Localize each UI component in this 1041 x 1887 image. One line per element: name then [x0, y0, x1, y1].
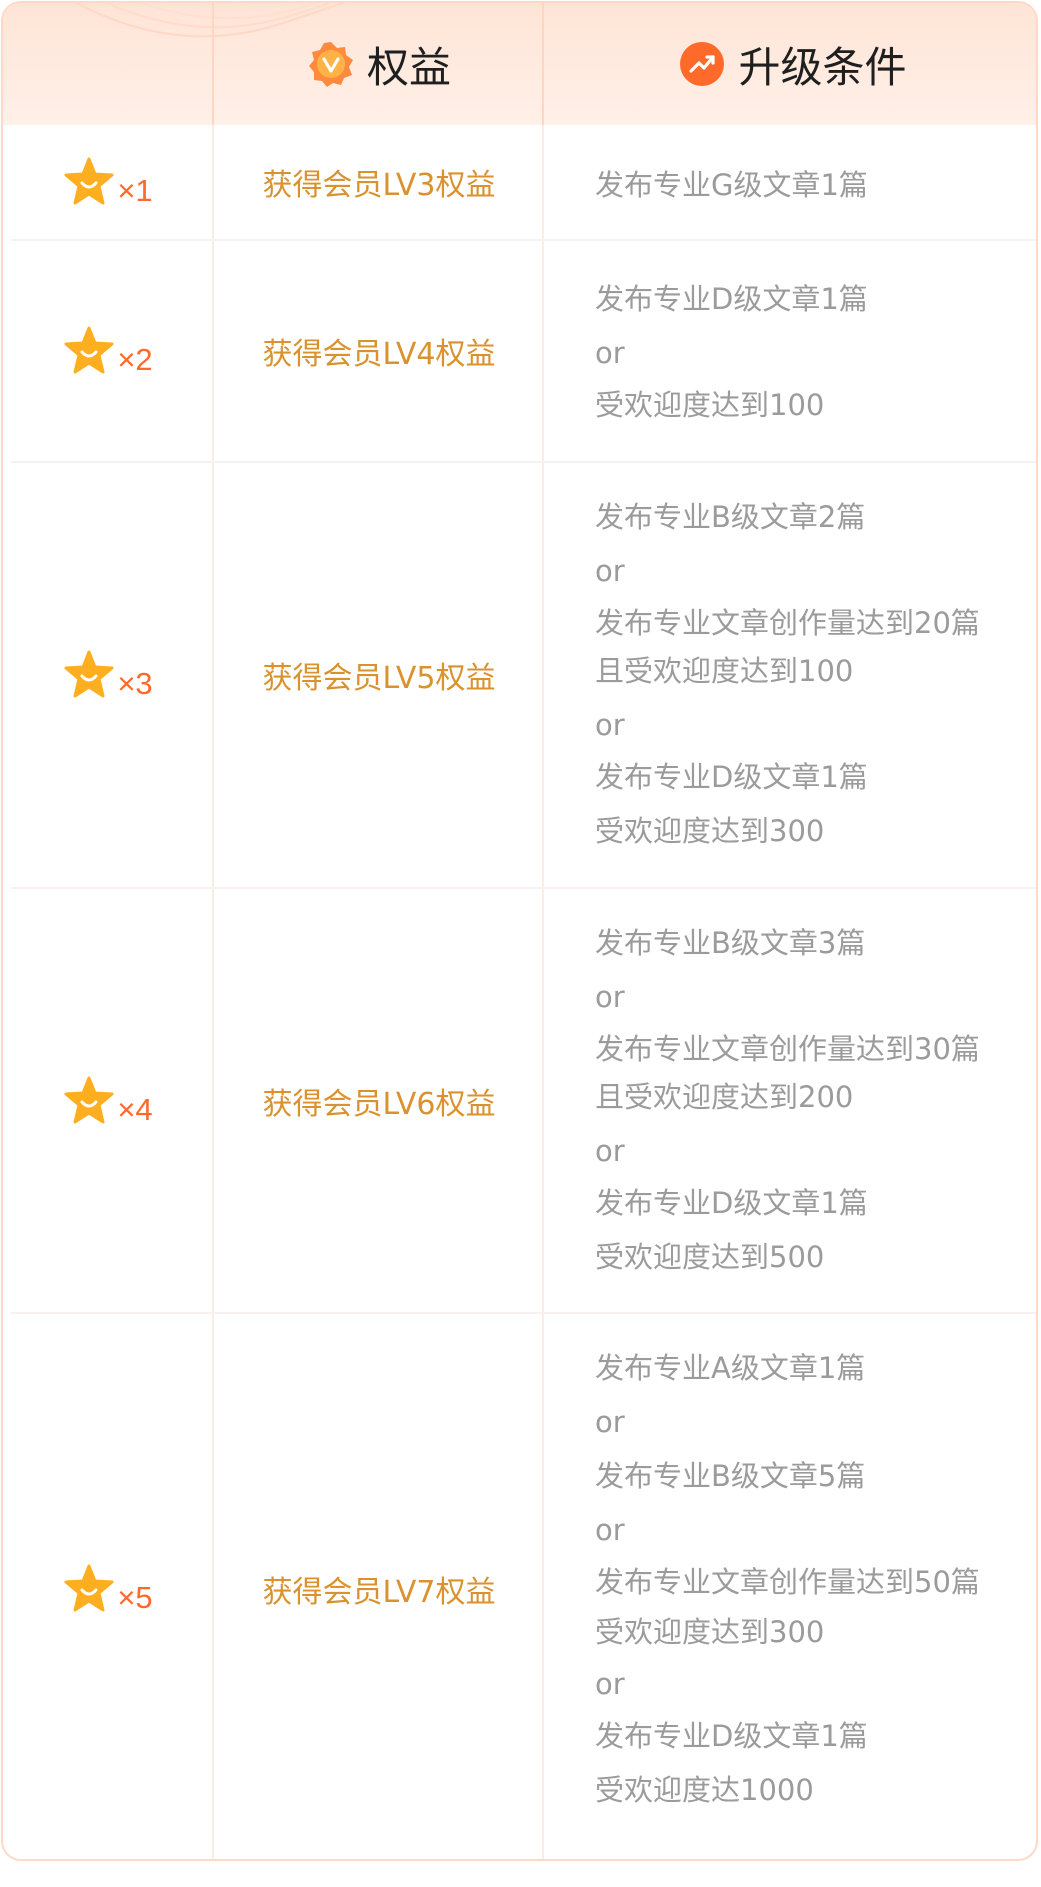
star-multiplier: ×4 [117, 1091, 153, 1127]
condition-line: or [595, 554, 625, 588]
star-smile-icon [64, 326, 114, 374]
star-multiplier: ×1 [117, 173, 153, 208]
condition-line: 发布专业文章创作量达到20篇 [595, 606, 980, 640]
table-row: ×2 获得会员LV4权益 发布专业D级文章1篇 or 受欢迎度达到100 [3, 241, 1036, 461]
benefit-column-title: 权益 [366, 42, 451, 92]
star-smile-icon [64, 650, 114, 698]
condition-line: or [595, 336, 625, 370]
condition-line: 发布专业文章创作量达到30篇 [595, 1032, 980, 1066]
condition-line: 受欢迎度达到300 [595, 814, 825, 848]
condition-cell: 发布专业B级文章2篇 or 发布专业文章创作量达到20篇 且受欢迎度达到100 … [595, 463, 1035, 887]
condition-line: 发布专业D级文章1篇 [595, 760, 868, 794]
condition-line: 发布专业B级文章3篇 [595, 926, 866, 960]
benefit-text: 获得会员LV3权益 [262, 168, 496, 203]
v-badge-icon [308, 42, 353, 87]
level-cell: ×1 [3, 125, 213, 239]
condition-line: 且受欢迎度达到200 [595, 1080, 854, 1114]
condition-line: or [595, 1134, 625, 1168]
condition-cell: 发布专业G级文章1篇 [595, 125, 1035, 239]
condition-line: 发布专业A级文章1篇 [595, 1351, 866, 1385]
star-multiplier: ×5 [117, 1579, 153, 1615]
condition-line: 发布专业B级文章5篇 [595, 1459, 866, 1493]
table-row: ×4 获得会员LV6权益 发布专业B级文章3篇 or 发布专业文章创作量达到30… [3, 889, 1036, 1312]
level-cell: ×2 [3, 241, 213, 461]
table-row: ×1 获得会员LV3权益 发布专业G级文章1篇 [3, 125, 1036, 239]
condition-line: 受欢迎度达到100 [595, 388, 825, 422]
star-multiplier: ×3 [117, 666, 153, 701]
star-smile-icon [64, 1564, 114, 1611]
benefit-text: 获得会员LV7权益 [262, 1574, 496, 1610]
level-cell: ×5 [3, 1314, 213, 1859]
star-multiplier: ×2 [117, 342, 153, 377]
condition-cell: 发布专业D级文章1篇 or 受欢迎度达到100 [595, 241, 1035, 461]
table-header: 权益 升级条件 [3, 3, 1036, 125]
header-divider-1 [212, 3, 214, 125]
header-divider-2 [542, 3, 544, 125]
benefit-column-header: 权益 [215, 3, 543, 125]
table-row: ×3 获得会员LV5权益 发布专业B级文章2篇 or 发布专业文章创作量达到20… [3, 463, 1036, 887]
condition-line: or [595, 1513, 625, 1547]
condition-line: or [595, 1667, 625, 1701]
condition-line: 受欢迎度达到300 [595, 1615, 825, 1649]
table-row: ×5 获得会员LV7权益 发布专业A级文章1篇 or 发布专业B级文章5篇 or… [3, 1314, 1036, 1859]
condition-column-title: 升级条件 [738, 42, 907, 92]
condition-line: or [595, 708, 625, 742]
benefit-text: 获得会员LV6权益 [262, 1086, 496, 1122]
condition-column-header: 升级条件 [545, 3, 1036, 125]
benefit-text: 获得会员LV4权益 [262, 337, 496, 372]
benefit-text: 获得会员LV5权益 [262, 661, 496, 696]
condition-line: 发布专业B级文章2篇 [595, 500, 866, 534]
condition-line: 发布专业G级文章1篇 [595, 168, 868, 202]
condition-cell: 发布专业B级文章3篇 or 发布专业文章创作量达到30篇 且受欢迎度达到200 … [595, 889, 1035, 1312]
condition-line: 受欢迎度达1000 [595, 1773, 814, 1807]
condition-line: 发布专业D级文章1篇 [595, 282, 868, 316]
upgrade-table: 权益 升级条件 ×1 获得会员LV3权益 发布专业G级文章1篇 ×2 获得会员L… [1, 1, 1038, 1861]
trend-up-icon [680, 42, 725, 86]
level-cell: ×3 [3, 463, 213, 887]
star-smile-icon [64, 1076, 114, 1123]
condition-line: 发布专业D级文章1篇 [595, 1186, 868, 1220]
condition-line: or [595, 1405, 625, 1439]
condition-line: 发布专业D级文章1篇 [595, 1719, 868, 1753]
condition-line: 发布专业文章创作量达到50篇 [595, 1565, 980, 1599]
condition-line: or [595, 980, 625, 1014]
star-smile-icon [64, 157, 114, 205]
condition-cell: 发布专业A级文章1篇 or 发布专业B级文章5篇 or 发布专业文章创作量达到5… [595, 1314, 1035, 1859]
level-cell: ×4 [3, 889, 213, 1312]
condition-line: 且受欢迎度达到100 [595, 654, 854, 688]
condition-line: 受欢迎度达到500 [595, 1240, 825, 1274]
